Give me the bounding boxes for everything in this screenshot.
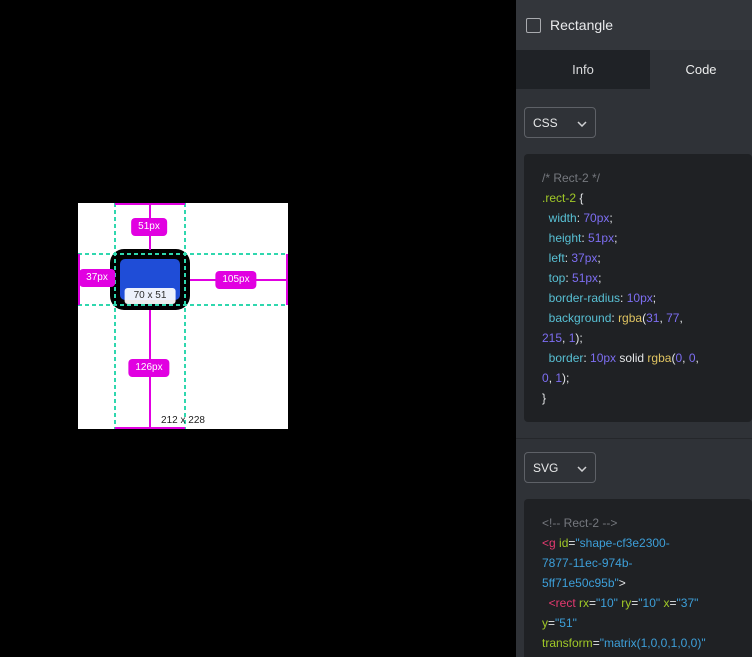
code-line: transform="matrix(1,0,0,1,0,0)" — [542, 633, 746, 653]
chevron-down-icon — [577, 461, 587, 475]
css-code-block: /* Rect-2 */.rect-2 { width: 70px; heigh… — [524, 154, 752, 422]
distance-badge-top: 51px — [131, 218, 167, 236]
distance-badge-bottom: 126px — [128, 359, 169, 377]
edge-highlight-top — [115, 203, 185, 205]
bound-guide-left — [114, 203, 116, 429]
inspect-header: Rectangle — [516, 0, 752, 50]
bound-guide-right — [184, 203, 186, 429]
code-line: border: 10px solid rgba(0, 0, — [542, 348, 746, 368]
css-format-value: CSS — [533, 116, 558, 130]
svg-code-block: <!-- Rect-2 --><g id="shape-cf3e2300-787… — [524, 499, 752, 657]
canvas-viewport[interactable]: 51px 37px 105px 126px 70 x 51 212 x 228 — [0, 0, 516, 657]
code-line: <rect rx="10" ry="10" x="37" — [542, 593, 746, 613]
chevron-down-icon — [577, 116, 587, 130]
code-line: height: 51px; — [542, 228, 746, 248]
distance-badge-right: 105px — [215, 271, 256, 289]
bound-guide-bottom — [78, 304, 288, 306]
svg-format-select[interactable]: SVG — [524, 452, 596, 483]
code-line: left: 37px; — [542, 248, 746, 268]
section-divider — [516, 438, 752, 439]
code-line: .rect-2 { — [542, 188, 746, 208]
distance-badge-left: 37px — [79, 269, 115, 287]
code-line: top: 51px; — [542, 268, 746, 288]
code-line: <!-- Rect-2 --> — [542, 513, 746, 533]
svg-format-value: SVG — [533, 461, 558, 475]
code-line: /* Rect-2 */ — [542, 168, 746, 188]
code-line: width: 70px; — [542, 208, 746, 228]
code-line: } — [542, 388, 746, 408]
shape-size-tooltip: 70 x 51 — [125, 288, 176, 304]
tab-code[interactable]: Code — [650, 50, 752, 89]
edge-highlight-right — [286, 254, 288, 305]
rect-shape-icon — [526, 18, 541, 33]
inspect-tabs: Info Code — [516, 50, 752, 89]
css-format-select[interactable]: CSS — [524, 107, 596, 138]
code-line: y="51" — [542, 613, 746, 633]
code-line: 0, 1); — [542, 368, 746, 388]
board-size-label: 212 x 228 — [78, 415, 288, 426]
code-line: background: rgba(31, 77, — [542, 308, 746, 328]
code-line: 215, 1); — [542, 328, 746, 348]
code-line: 7877-11ec-974b- — [542, 553, 746, 573]
tab-info[interactable]: Info — [516, 50, 650, 89]
selected-shape-name: Rectangle — [550, 17, 613, 33]
artboard[interactable]: 51px 37px 105px 126px 70 x 51 212 x 228 — [78, 203, 288, 429]
code-line: border-radius: 10px; — [542, 288, 746, 308]
inspect-panel: Rectangle Info Code CSS /* Rect-2 */.rec… — [516, 0, 752, 657]
code-line: 5ff71e50c95b"> — [542, 573, 746, 593]
app-window: 51px 37px 105px 126px 70 x 51 212 x 228 … — [0, 0, 752, 657]
code-line: width="70" height="51" — [542, 653, 746, 657]
edge-highlight-bottom — [115, 427, 185, 429]
code-line: <g id="shape-cf3e2300- — [542, 533, 746, 553]
bound-guide-top — [78, 253, 288, 255]
